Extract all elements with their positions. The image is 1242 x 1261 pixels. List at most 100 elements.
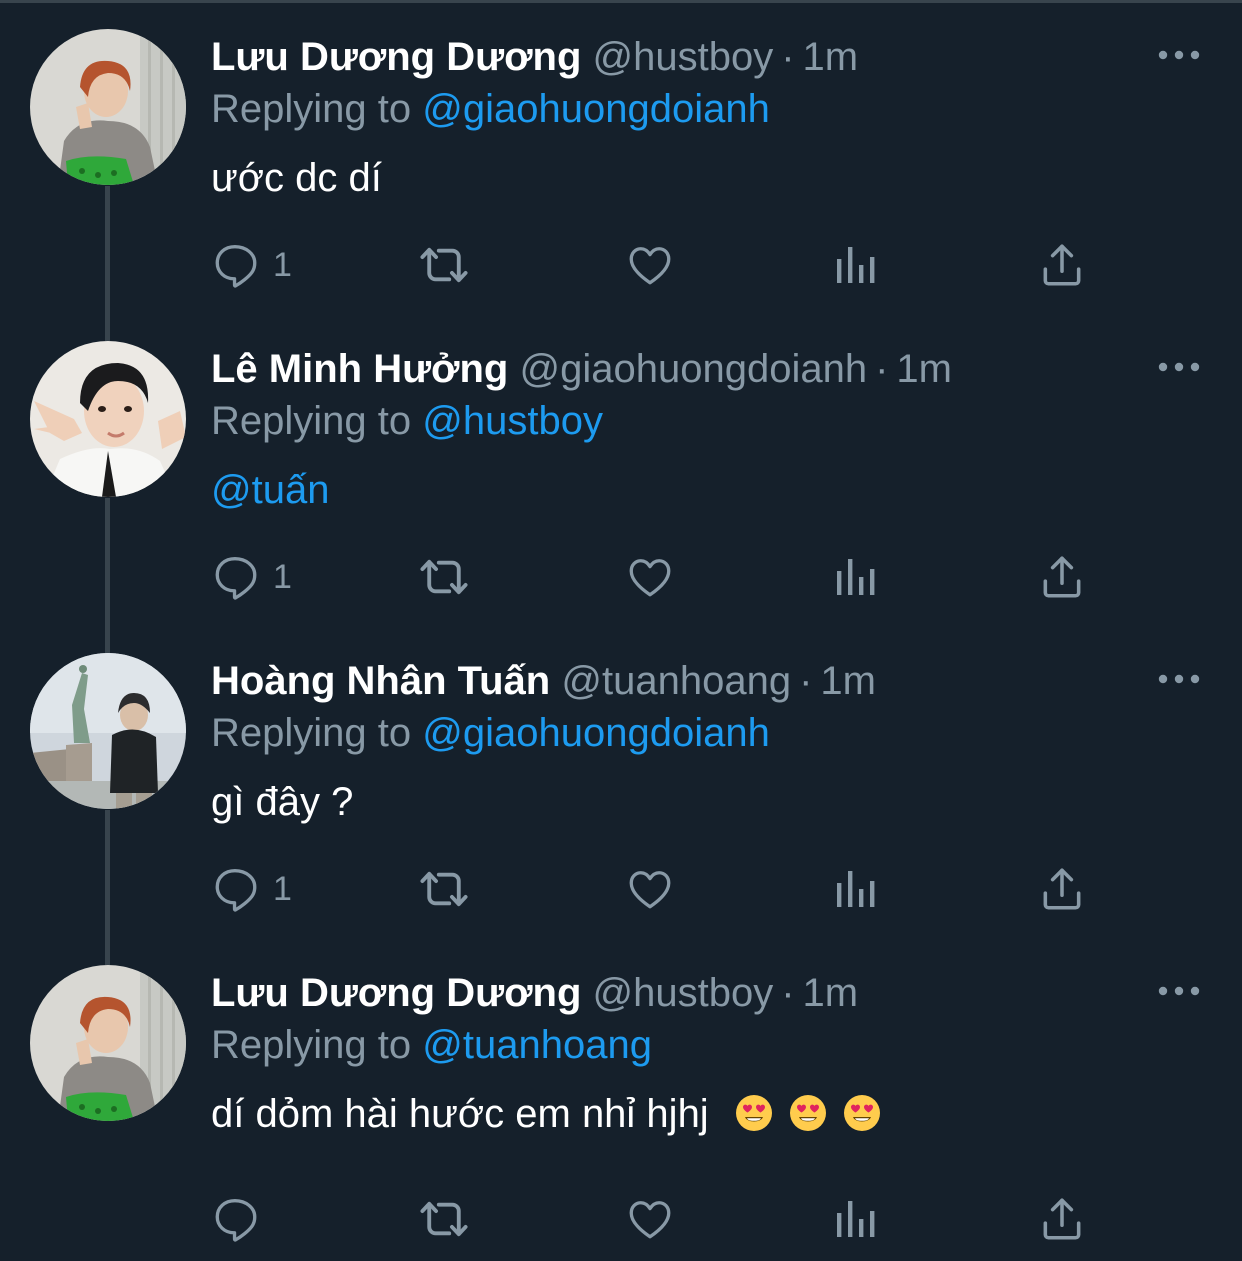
boy-grey-sweater-avatar [30, 29, 186, 185]
tweet-actions [211, 1194, 1111, 1244]
tweet[interactable]: Lê Minh Hưởng @giaohuongdoianh · 1m Replyi… [0, 312, 1242, 624]
reply-button[interactable]: 1 [211, 552, 292, 602]
retweet-button[interactable] [416, 240, 472, 290]
share-button[interactable] [1037, 552, 1087, 602]
replying-to-mention[interactable]: @tuanhoang [422, 1023, 652, 1067]
boy-peace-sign-avatar [30, 341, 186, 497]
replying-to-mention[interactable]: @giaohuongdoianh [422, 711, 770, 755]
timestamp[interactable]: 1m [820, 659, 876, 703]
analytics-icon [837, 247, 875, 283]
thread-line [105, 186, 110, 312]
like-button[interactable] [625, 552, 675, 602]
heart-eyes-emoji [789, 1095, 826, 1131]
share-button[interactable] [1037, 240, 1087, 290]
tweet-text-mention[interactable]: @tuấn [211, 464, 329, 516]
retweet-button[interactable] [416, 552, 472, 602]
analytics-icon [837, 559, 875, 595]
replying-to: Replying to @tuanhoang [211, 1020, 652, 1070]
avatar[interactable] [30, 341, 186, 497]
retweet-icon [420, 247, 468, 283]
retweet-button[interactable] [416, 864, 472, 914]
thread-line [105, 498, 110, 624]
more-options-icon[interactable] [1158, 358, 1200, 376]
tweet[interactable]: Hoàng Nhân Tuấn @tuanhoang · 1m Replying t… [0, 624, 1242, 936]
heart-icon [629, 871, 671, 909]
retweet-button[interactable] [416, 1194, 472, 1244]
reply-button[interactable]: 1 [211, 240, 292, 290]
like-button[interactable] [625, 240, 675, 290]
more-options-icon[interactable] [1158, 982, 1200, 1000]
tweet[interactable]: Lưu Dương Dương @hustboy · 1m Replying to … [0, 0, 1242, 312]
tweet[interactable]: Lưu Dương Dương @hustboy · 1m Replying to … [0, 936, 1242, 1261]
retweet-icon [420, 559, 468, 595]
like-button[interactable] [625, 1194, 675, 1244]
thread-line [105, 624, 110, 653]
replying-prefix: Replying to [211, 87, 412, 131]
tweet-header: Lê Minh Hưởng @giaohuongdoianh · 1m [211, 344, 952, 394]
display-name[interactable]: Lưu Dương Dương [211, 35, 581, 79]
replying-to: Replying to @giaohuongdoianh [211, 708, 770, 758]
display-name[interactable]: Hoàng Nhân Tuấn [211, 659, 550, 703]
tweet-header: Lưu Dương Dương @hustboy · 1m [211, 968, 858, 1018]
share-button[interactable] [1037, 1194, 1087, 1244]
reply-icon [215, 245, 257, 288]
avatar[interactable] [30, 653, 186, 809]
display-name[interactable]: Lưu Dương Dương [211, 971, 581, 1015]
tweet-body: dí dỏm hài hước em nhỉ hjhj [211, 1088, 882, 1140]
analytics-button[interactable] [833, 552, 877, 602]
user-handle[interactable]: @giaohuongdoianh [520, 347, 868, 391]
reply-button[interactable]: 1 [211, 864, 292, 914]
user-handle[interactable]: @tuanhoang [561, 659, 791, 703]
boy-grey-sweater-avatar [30, 965, 186, 1121]
share-icon [1043, 1198, 1081, 1240]
retweet-icon [420, 1201, 468, 1237]
replying-prefix: Replying to [211, 1023, 412, 1067]
statue-of-liberty-avatar [30, 653, 186, 809]
user-handle[interactable]: @hustboy [593, 971, 774, 1015]
analytics-button[interactable] [833, 1194, 877, 1244]
heart-eyes-emoji [843, 1095, 880, 1131]
tweet-text: dí dỏm hài hước em nhỉ hjhj [211, 1092, 709, 1136]
tweet-header: Hoàng Nhân Tuấn @tuanhoang · 1m [211, 656, 876, 706]
heart-icon [629, 559, 671, 597]
heart-icon [629, 1201, 671, 1239]
timestamp[interactable]: 1m [803, 35, 859, 79]
retweet-icon [420, 871, 468, 907]
avatar[interactable] [30, 965, 186, 1121]
avatar[interactable] [30, 29, 186, 185]
separator-dot: · [875, 347, 889, 391]
analytics-icon [837, 1201, 875, 1237]
reply-count: 1 [273, 557, 292, 596]
more-options-icon[interactable] [1158, 46, 1200, 64]
tweet-header: Lưu Dương Dương @hustboy · 1m [211, 32, 858, 82]
user-handle[interactable]: @hustboy [593, 35, 774, 79]
reply-icon [215, 557, 257, 600]
tweet-actions: 1 [211, 864, 1111, 914]
analytics-button[interactable] [833, 864, 877, 914]
timestamp[interactable]: 1m [896, 347, 952, 391]
replying-prefix: Replying to [211, 399, 412, 443]
like-button[interactable] [625, 864, 675, 914]
display-name[interactable]: Lê Minh Hưởng [211, 347, 508, 391]
more-options-icon[interactable] [1158, 670, 1200, 688]
reply-icon [215, 869, 257, 912]
separator-dot: · [781, 35, 795, 79]
share-button[interactable] [1037, 864, 1087, 914]
thread-line [105, 936, 110, 965]
timestamp[interactable]: 1m [803, 971, 859, 1015]
share-icon [1043, 244, 1081, 286]
replying-to: Replying to @giaohuongdoianh [211, 84, 770, 134]
replying-to: Replying to @hustboy [211, 396, 603, 446]
tweet-text: gì đây ? [211, 780, 354, 824]
analytics-button[interactable] [833, 240, 877, 290]
tweet-text: ước dc dí [211, 156, 382, 200]
replying-to-mention[interactable]: @giaohuongdoianh [422, 87, 770, 131]
share-icon [1043, 556, 1081, 598]
replying-to-mention[interactable]: @hustboy [422, 399, 603, 443]
replying-prefix: Replying to [211, 711, 412, 755]
reply-button[interactable] [211, 1194, 273, 1244]
tweet-actions: 1 [211, 552, 1111, 602]
separator-dot: · [799, 659, 813, 703]
heart-icon [629, 247, 671, 285]
reply-count: 1 [273, 869, 292, 908]
